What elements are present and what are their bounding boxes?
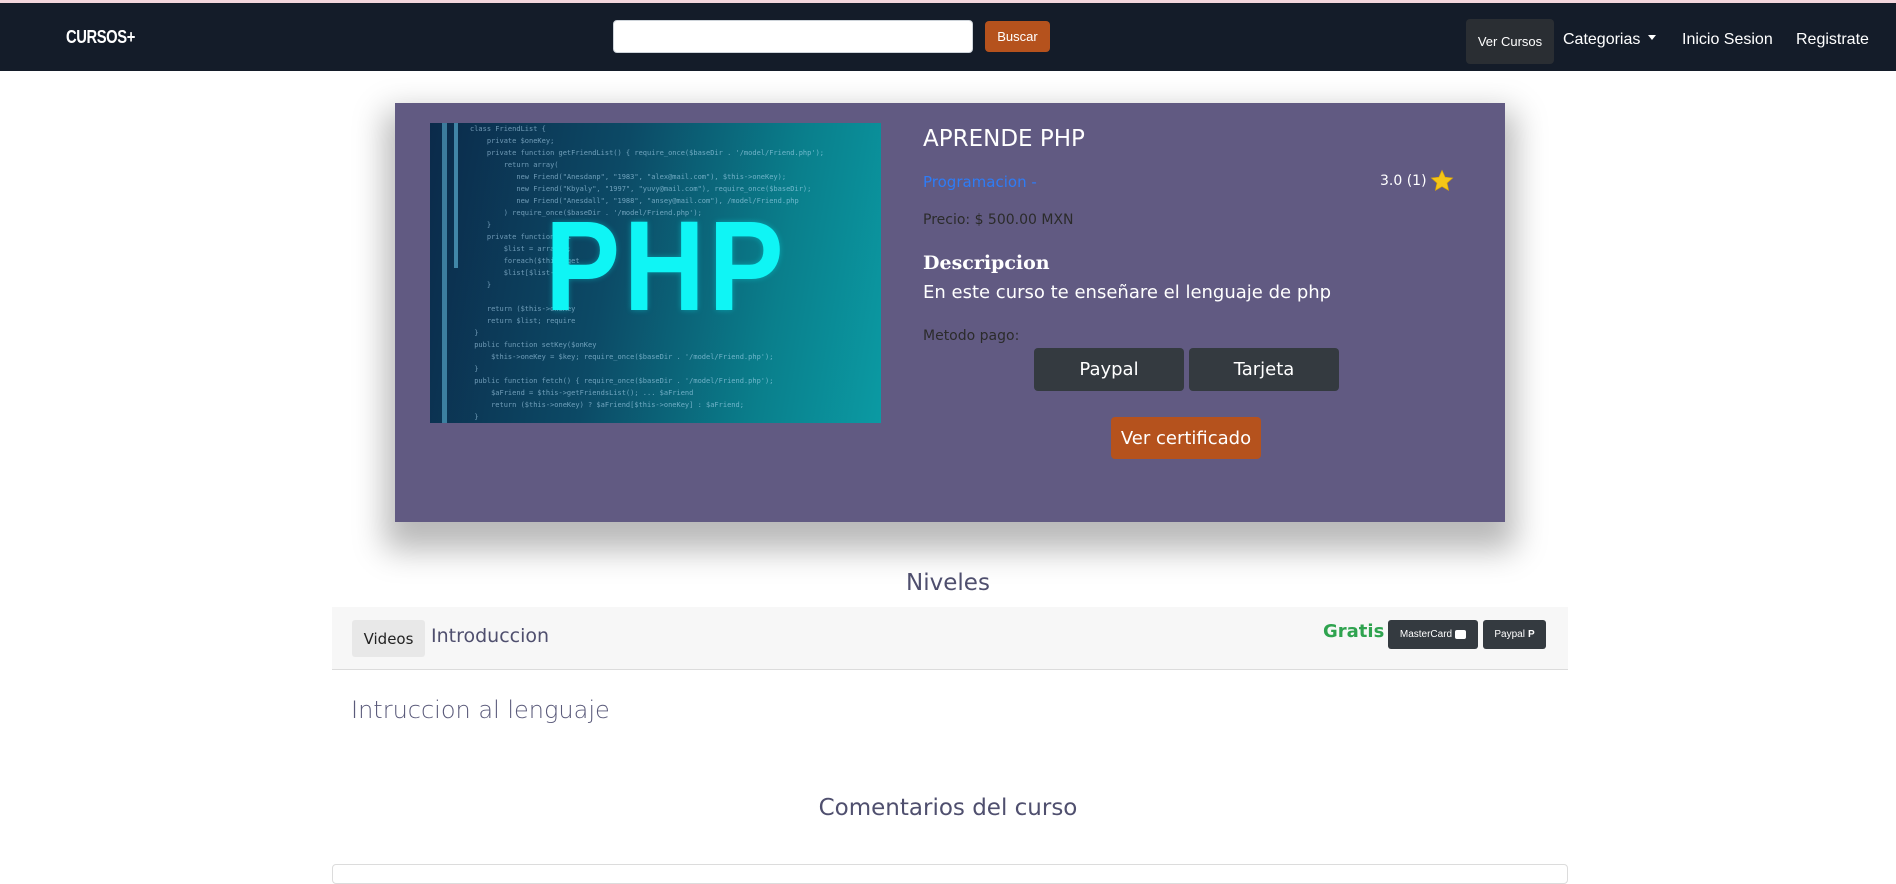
navbar: CURSOS+ Buscar Ver Cursos Categorias Ini…	[0, 3, 1896, 71]
nav-categorias-label: Categorias	[1563, 31, 1641, 48]
category-link[interactable]: Programacion -	[923, 173, 1037, 191]
level-header: Videos Introduccion Gratis MasterCard Pa…	[332, 607, 1568, 670]
videos-button[interactable]: Videos	[352, 620, 425, 657]
paypal-small-label: Paypal	[1494, 629, 1525, 640]
image-decoration	[442, 123, 447, 423]
nav-registrate[interactable]: Registrate	[1796, 31, 1869, 49]
level-description: Intruccion al lenguaje	[351, 696, 610, 724]
comments-card	[332, 864, 1568, 884]
course-price: Precio: $ 500.00 MXN	[923, 212, 1074, 228]
course-title: APRENDE PHP	[923, 126, 1085, 152]
level-name[interactable]: Introduccion	[431, 625, 549, 647]
paypal-small-button[interactable]: Paypal P	[1483, 620, 1546, 649]
free-label: Gratis	[1323, 621, 1385, 642]
search-input[interactable]	[613, 20, 973, 53]
levels-heading: Niveles	[906, 570, 990, 596]
mastercard-button[interactable]: MasterCard	[1388, 620, 1478, 649]
credit-card-icon	[1455, 630, 1467, 639]
paypal-button[interactable]: Paypal	[1034, 348, 1184, 391]
nav-inicio-sesion[interactable]: Inicio Sesion	[1682, 31, 1773, 49]
paypal-icon: P	[1527, 629, 1535, 640]
course-card: class FriendList { private $oneKey; priv…	[395, 103, 1505, 522]
rating-value: 3.0 (1)	[1380, 173, 1427, 189]
search-button[interactable]: Buscar	[985, 21, 1050, 52]
description-heading: Descripcion	[923, 252, 1050, 274]
nav-ver-cursos[interactable]: Ver Cursos	[1466, 19, 1554, 64]
nav-categorias-dropdown[interactable]: Categorias	[1563, 31, 1657, 49]
course-rating: 3.0 (1)	[1380, 168, 1455, 194]
course-image: class FriendList { private $oneKey; priv…	[430, 123, 881, 423]
course-description: En este curso te enseñare el lenguaje de…	[923, 282, 1332, 303]
php-logo-text: PHP	[545, 195, 788, 338]
star-icon	[1430, 169, 1453, 191]
tarjeta-button[interactable]: Tarjeta	[1189, 348, 1339, 391]
image-decoration	[454, 123, 458, 268]
mastercard-label: MasterCard	[1399, 629, 1453, 640]
brand-logo[interactable]: CURSOS+	[66, 27, 135, 48]
view-certificate-button[interactable]: Ver certificado	[1111, 417, 1261, 459]
payment-method-label: Metodo pago:	[923, 328, 1020, 344]
comments-heading: Comentarios del curso	[818, 795, 1078, 821]
chevron-down-icon	[1648, 35, 1657, 41]
